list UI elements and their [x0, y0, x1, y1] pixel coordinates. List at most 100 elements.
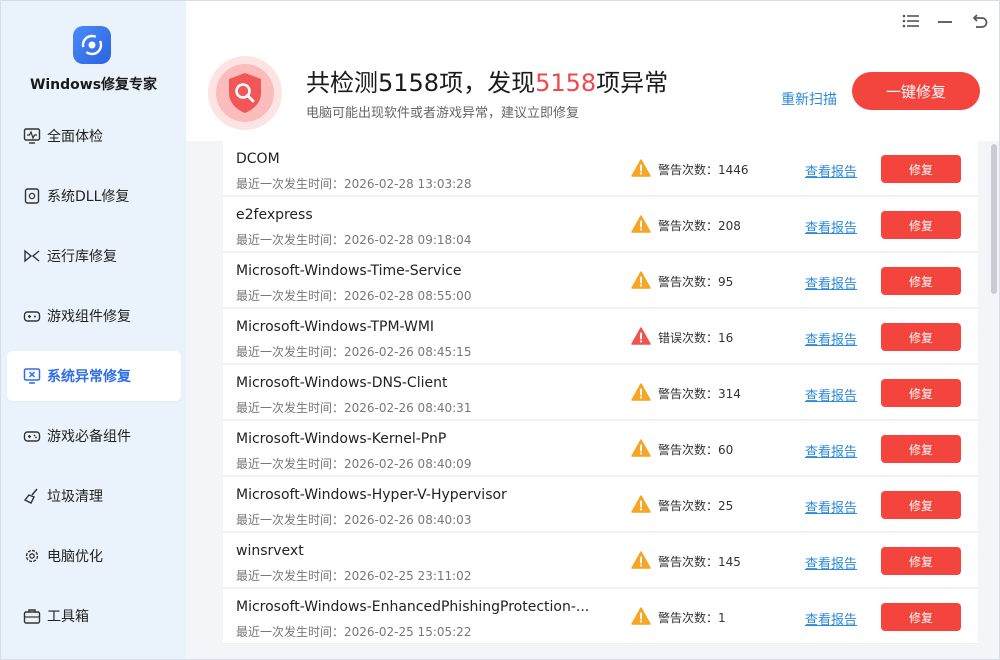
occurrence-count: 警告次数：95: [658, 275, 734, 289]
rescan-link[interactable]: 重新扫描: [781, 89, 837, 109]
view-report-link[interactable]: 查看报告: [805, 441, 857, 460]
last-occurrence-time: 最近一次发生时间：2026-02-28 09:18:04: [236, 233, 472, 247]
warning-triangle-icon: [631, 607, 651, 625]
sidebar-item-game-component-repair[interactable]: 游戏组件修复: [7, 291, 181, 341]
monitor-pulse-icon: [23, 127, 41, 145]
event-source-name: Microsoft-Windows-EnhancedPhishingProtec…: [236, 599, 590, 615]
last-occurrence-time: 最近一次发生时间：2026-02-25 15:05:22: [236, 625, 472, 639]
error-triangle-icon: [631, 327, 651, 345]
menu-icon[interactable]: [901, 11, 921, 31]
headline-prefix: 共检测: [306, 69, 378, 97]
view-report-link[interactable]: 查看报告: [805, 553, 857, 572]
warning-triangle-icon: [631, 383, 651, 401]
fix-button[interactable]: 修复: [881, 435, 961, 463]
warning-triangle-icon: [631, 495, 651, 513]
sidebar-item-dll-repair[interactable]: 系统DLL修复: [7, 171, 181, 221]
list-scrollbar[interactable]: [991, 144, 997, 294]
view-report-link[interactable]: 查看报告: [805, 385, 857, 404]
list-item: Microsoft-Windows-DNS-Client 最近一次发生时间：202…: [223, 365, 978, 420]
monitor-x-icon: [23, 367, 41, 385]
gamepad-icon: [23, 307, 41, 325]
event-source-name: e2fexpress: [236, 207, 313, 223]
sidebar-item-junk-cleanup[interactable]: 垃圾清理: [7, 471, 181, 521]
view-report-link[interactable]: 查看报告: [805, 217, 857, 236]
back-icon[interactable]: [970, 11, 990, 31]
gamepad-plus-icon: [23, 427, 41, 445]
view-report-link[interactable]: 查看报告: [805, 609, 857, 628]
occurrence-count: 警告次数：314: [658, 387, 741, 401]
fix-button[interactable]: 修复: [881, 491, 961, 519]
warning-triangle-icon: [631, 551, 651, 569]
toolbox-icon: [23, 607, 41, 625]
sidebar-item-label: 全面体检: [47, 129, 103, 145]
last-occurrence-time: 最近一次发生时间：2026-02-26 08:40:03: [236, 513, 472, 527]
runtime-icon: [23, 247, 41, 265]
last-occurrence-time: 最近一次发生时间：2026-02-26 08:45:15: [236, 345, 472, 359]
view-report-link[interactable]: 查看报告: [805, 329, 857, 348]
warning-triangle-icon: [631, 439, 651, 457]
event-source-name: Microsoft-Windows-Time-Service: [236, 263, 462, 279]
view-report-link[interactable]: 查看报告: [805, 273, 857, 292]
event-source-name: Microsoft-Windows-Hyper-V-Hypervisor: [236, 487, 507, 503]
occurrence-count: 警告次数：60: [658, 443, 734, 457]
last-occurrence-time: 最近一次发生时间：2026-02-25 23:11:02: [236, 569, 472, 583]
minimize-icon[interactable]: [935, 11, 955, 31]
last-occurrence-time: 最近一次发生时间：2026-02-28 08:55:00: [236, 289, 472, 303]
event-source-name: Microsoft-Windows-Kernel-PnP: [236, 431, 447, 447]
list-item: Microsoft-Windows-EnhancedPhishingProtec…: [223, 589, 978, 644]
event-source-name: Microsoft-Windows-TPM-WMI: [236, 319, 435, 335]
event-source-name: winsrvext: [236, 543, 304, 559]
sidebar-item-label: 垃圾清理: [47, 489, 103, 505]
view-report-link[interactable]: 查看报告: [805, 497, 857, 516]
warning-shield-icon: [208, 56, 282, 130]
list-item: Microsoft-Windows-Hyper-V-Hypervisor 最近一次…: [223, 477, 978, 532]
last-occurrence-time: 最近一次发生时间：2026-02-26 08:40:31: [236, 401, 472, 415]
sidebar-item-full-check[interactable]: 全面体检: [7, 111, 181, 161]
occurrence-count: 警告次数：145: [658, 555, 741, 569]
fix-button[interactable]: 修复: [881, 267, 961, 295]
list-item: e2fexpress 最近一次发生时间：2026-02-28 09:18:04 警告…: [223, 197, 978, 252]
sidebar-item-game-essentials[interactable]: 游戏必备组件: [7, 411, 181, 461]
fix-button[interactable]: 修复: [881, 603, 961, 631]
sidebar-item-toolbox[interactable]: 工具箱: [7, 591, 181, 641]
sidebar-item-label: 系统异常修复: [47, 369, 131, 385]
sidebar-item-system-anomaly-repair[interactable]: 系统异常修复: [7, 351, 181, 401]
list-item: DCOM 最近一次发生时间：2026-02-28 13:03:28 警告次数：144…: [223, 141, 978, 196]
occurrence-count: 警告次数：1446: [658, 163, 749, 177]
last-occurrence-time: 最近一次发生时间：2026-02-28 13:03:28: [236, 177, 472, 191]
checked-count: 5158: [378, 69, 440, 97]
occurrence-count: 警告次数：25: [658, 499, 734, 513]
view-report-link[interactable]: 查看报告: [805, 161, 857, 180]
event-source-name: DCOM: [236, 151, 280, 167]
scan-result-subtitle: 电脑可能出现软件或者游戏异常，建议立即修复: [306, 106, 580, 121]
last-occurrence-time: 最近一次发生时间：2026-02-26 08:40:09: [236, 457, 472, 471]
sidebar: Windows修复专家 全面体检 系统DLL修复 运行库修复 游戏组件修复 系统…: [1, 1, 186, 659]
headline-suffix: 项异常: [596, 69, 669, 97]
fix-button[interactable]: 修复: [881, 211, 961, 239]
fix-button[interactable]: 修复: [881, 547, 961, 575]
event-source-name: Microsoft-Windows-DNS-Client: [236, 375, 448, 391]
warning-triangle-icon: [631, 159, 651, 177]
list-item: Microsoft-Windows-Time-Service 最近一次发生时间：2…: [223, 253, 978, 308]
fix-button[interactable]: 修复: [881, 379, 961, 407]
fix-button[interactable]: 修复: [881, 155, 961, 183]
sidebar-item-label: 游戏必备组件: [47, 429, 131, 445]
sidebar-item-label: 系统DLL修复: [47, 189, 130, 205]
sidebar-item-pc-optimize[interactable]: 电脑优化: [7, 531, 181, 581]
sidebar-item-label: 电脑优化: [47, 549, 103, 565]
list-item: winsrvext 最近一次发生时间：2026-02-25 23:11:02 警告次…: [223, 533, 978, 588]
warning-triangle-icon: [631, 271, 651, 289]
app-window: Windows修复专家 全面体检 系统DLL修复 运行库修复 游戏组件修复 系统…: [0, 0, 1000, 660]
warning-triangle-icon: [631, 215, 651, 233]
headline-mid: 项，发现: [439, 69, 536, 97]
gear-icon: [23, 547, 41, 565]
broom-icon: [23, 487, 41, 505]
fix-button[interactable]: 修复: [881, 323, 961, 351]
sidebar-item-label: 运行库修复: [47, 249, 117, 265]
list-item: Microsoft-Windows-Kernel-PnP 最近一次发生时间：202…: [223, 421, 978, 476]
sidebar-item-runtime-repair[interactable]: 运行库修复: [7, 231, 181, 281]
app-title: Windows修复专家: [29, 77, 158, 93]
app-logo-icon: [73, 26, 111, 64]
occurrence-count: 错误次数：16: [658, 331, 734, 345]
fix-all-button[interactable]: 一键修复: [852, 72, 980, 110]
